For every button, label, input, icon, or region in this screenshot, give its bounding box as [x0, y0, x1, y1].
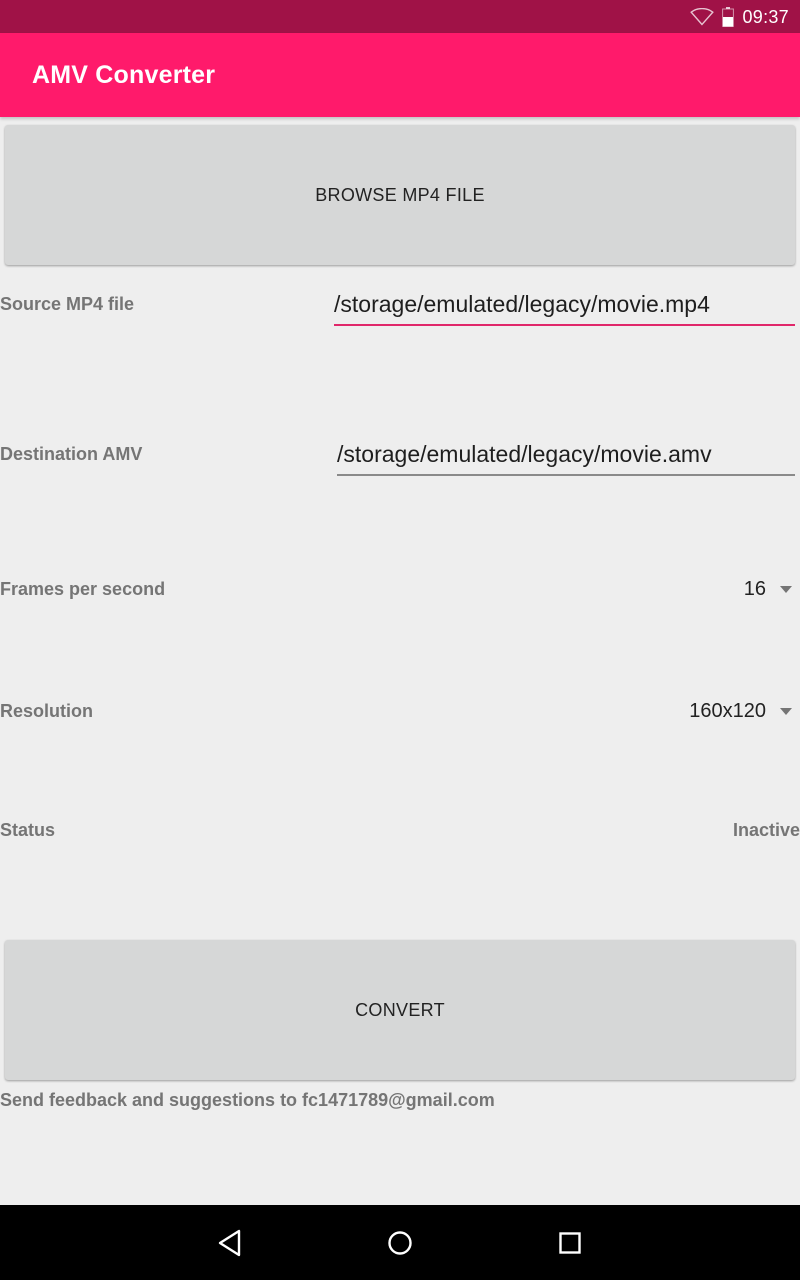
status-icons: 09:37 — [690, 5, 789, 29]
convert-button[interactable]: CONVERT — [5, 940, 795, 1080]
status-label: Status — [0, 820, 56, 840]
fps-spinner[interactable]: 16 — [744, 574, 792, 604]
app-bar: AMV Converter — [0, 33, 800, 117]
fps-dropdown-icon — [780, 585, 792, 593]
fps-value: 16 — [743, 577, 766, 600]
feedback-text: Send feedback and suggestions to fc14717… — [0, 1090, 495, 1110]
battery-icon — [722, 7, 735, 27]
home-icon[interactable] — [384, 1227, 416, 1259]
navigation-bar — [0, 1205, 800, 1280]
resolution-label: Resolution — [0, 701, 93, 721]
status-bar: 09:37 — [0, 0, 800, 33]
destination-input[interactable]: /storage/emulated/legacy/movie.amv — [337, 434, 795, 476]
destination-input-value: /storage/emulated/legacy/movie.amv — [337, 440, 712, 467]
resolution-spinner[interactable]: 160x120 — [689, 696, 792, 726]
screen: 09:37 AMV Converter BROWSE MP4 FILE Sour… — [0, 0, 800, 1280]
wifi-icon — [690, 8, 715, 26]
recents-icon[interactable] — [554, 1227, 586, 1259]
resolution-value: 160x120 — [689, 699, 766, 722]
back-icon[interactable] — [214, 1227, 246, 1259]
status-value: Inactive — [732, 820, 800, 840]
app-title: AMV Converter — [32, 61, 216, 89]
browse-mp4-button[interactable]: BROWSE MP4 FILE — [5, 125, 795, 265]
source-input-value: /storage/emulated/legacy/movie.mp4 — [334, 290, 710, 317]
source-label: Source MP4 file — [0, 294, 135, 314]
source-input[interactable]: /storage/emulated/legacy/movie.mp4 — [334, 284, 795, 326]
fps-label: Frames per second — [0, 579, 166, 599]
destination-label: Destination AMV — [0, 444, 143, 464]
status-clock: 09:37 — [742, 6, 789, 27]
resolution-dropdown-icon — [780, 707, 792, 715]
